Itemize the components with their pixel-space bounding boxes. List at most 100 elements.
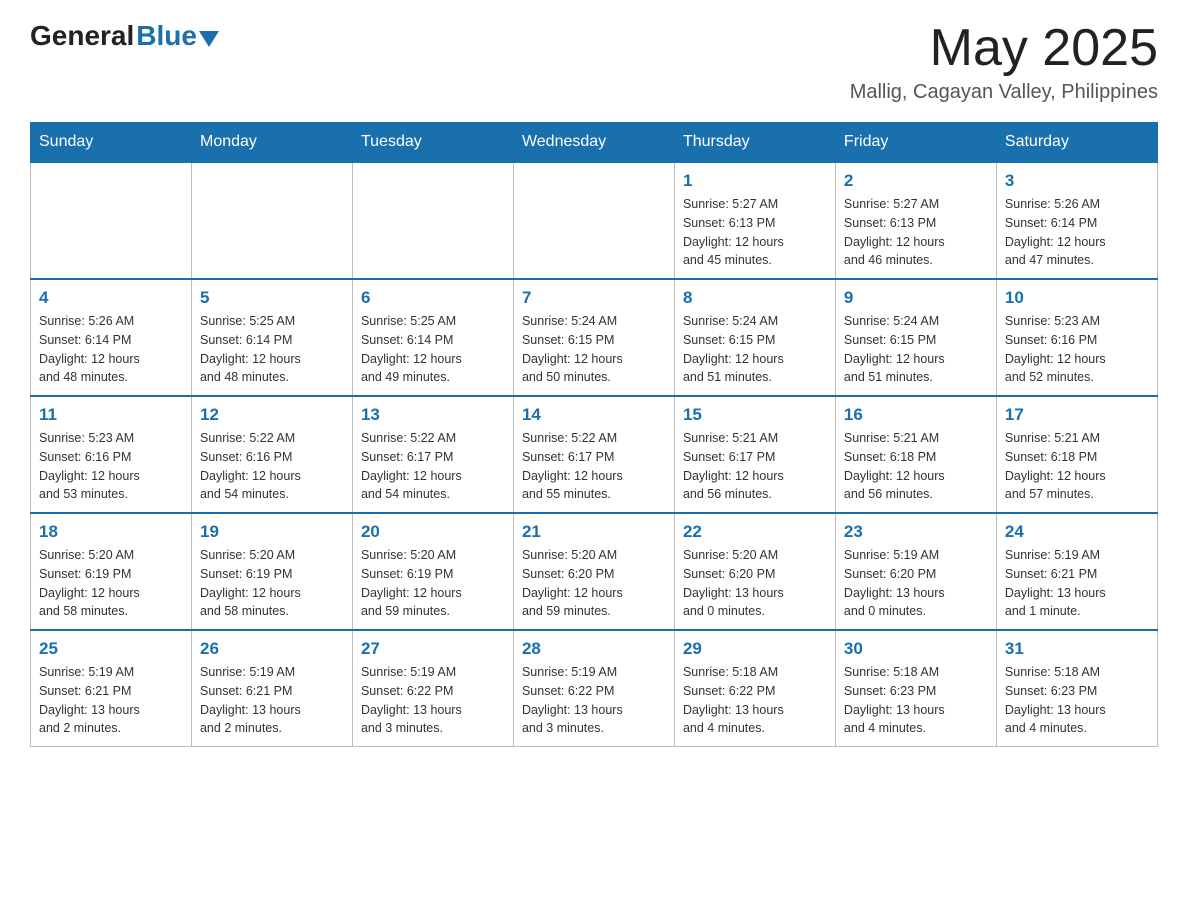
day-number: 15: [683, 405, 827, 425]
calendar-day-cell: 7Sunrise: 5:24 AM Sunset: 6:15 PM Daylig…: [513, 279, 674, 396]
calendar-day-cell: [31, 162, 192, 279]
calendar-day-cell: 24 Sunrise: 5:19 AM Sunset: 6:21 PM Dayli…: [996, 513, 1157, 630]
day-info: Sunrise: 5:19 AM Sunset: 6:22 PM Dayligh…: [522, 663, 666, 738]
calendar-day-cell: 1Sunrise: 5:27 AM Sunset: 6:13 PM Daylig…: [674, 162, 835, 279]
day-number: 22: [683, 522, 827, 542]
calendar-day-cell: [191, 162, 352, 279]
logo-general-text: General: [30, 20, 134, 52]
day-of-week-header: Saturday: [996, 123, 1157, 163]
day-number: 24: [1005, 522, 1149, 542]
calendar-day-cell: 20 Sunrise: 5:20 AM Sunset: 6:19 PM Dayli…: [352, 513, 513, 630]
day-info: Sunrise: 5:19 AM Sunset: 6:21 PM Dayligh…: [39, 663, 183, 738]
week-row: 11Sunrise: 5:23 AM Sunset: 6:16 PM Dayli…: [31, 396, 1158, 513]
day-number: 4: [39, 288, 183, 308]
week-row: 1Sunrise: 5:27 AM Sunset: 6:13 PM Daylig…: [31, 162, 1158, 279]
day-number: 14: [522, 405, 666, 425]
day-number: 29: [683, 639, 827, 659]
day-number: 16: [844, 405, 988, 425]
day-info: Sunrise: 5:26 AM Sunset: 6:14 PM Dayligh…: [39, 312, 183, 387]
calendar-day-cell: 29 Sunrise: 5:18 AM Sunset: 6:22 PM Dayli…: [674, 630, 835, 747]
calendar-header-row: SundayMondayTuesdayWednesdayThursdayFrid…: [31, 123, 1158, 163]
day-of-week-header: Monday: [191, 123, 352, 163]
calendar-day-cell: 15 Sunrise: 5:21 AM Sunset: 6:17 PM Dayli…: [674, 396, 835, 513]
calendar-day-cell: 17Sunrise: 5:21 AM Sunset: 6:18 PM Dayli…: [996, 396, 1157, 513]
week-row: 25 Sunrise: 5:19 AM Sunset: 6:21 PM Dayli…: [31, 630, 1158, 747]
calendar-day-cell: 27 Sunrise: 5:19 AM Sunset: 6:22 PM Dayli…: [352, 630, 513, 747]
day-number: 5: [200, 288, 344, 308]
day-info: Sunrise: 5:25 AM Sunset: 6:14 PM Dayligh…: [200, 312, 344, 387]
calendar-day-cell: 5 Sunrise: 5:25 AM Sunset: 6:14 PM Daylig…: [191, 279, 352, 396]
calendar-day-cell: 3Sunrise: 5:26 AM Sunset: 6:14 PM Daylig…: [996, 162, 1157, 279]
day-info: Sunrise: 5:20 AM Sunset: 6:20 PM Dayligh…: [683, 546, 827, 621]
day-info: Sunrise: 5:20 AM Sunset: 6:19 PM Dayligh…: [39, 546, 183, 621]
calendar-day-cell: 10Sunrise: 5:23 AM Sunset: 6:16 PM Dayli…: [996, 279, 1157, 396]
calendar-day-cell: 30Sunrise: 5:18 AM Sunset: 6:23 PM Dayli…: [835, 630, 996, 747]
calendar-table: SundayMondayTuesdayWednesdayThursdayFrid…: [30, 122, 1158, 747]
day-number: 21: [522, 522, 666, 542]
day-info: Sunrise: 5:27 AM Sunset: 6:13 PM Dayligh…: [683, 195, 827, 270]
day-info: Sunrise: 5:18 AM Sunset: 6:22 PM Dayligh…: [683, 663, 827, 738]
page-header: General Blue May 2025 Mallig, Cagayan Va…: [30, 20, 1158, 104]
logo-blue-text: Blue: [136, 20, 197, 52]
day-info: Sunrise: 5:24 AM Sunset: 6:15 PM Dayligh…: [844, 312, 988, 387]
day-info: Sunrise: 5:21 AM Sunset: 6:18 PM Dayligh…: [844, 429, 988, 504]
day-of-week-header: Sunday: [31, 123, 192, 163]
calendar-day-cell: 18Sunrise: 5:20 AM Sunset: 6:19 PM Dayli…: [31, 513, 192, 630]
week-row: 4 Sunrise: 5:26 AM Sunset: 6:14 PM Daylig…: [31, 279, 1158, 396]
day-number: 19: [200, 522, 344, 542]
day-number: 31: [1005, 639, 1149, 659]
day-of-week-header: Tuesday: [352, 123, 513, 163]
calendar-day-cell: 22 Sunrise: 5:20 AM Sunset: 6:20 PM Dayli…: [674, 513, 835, 630]
day-number: 8: [683, 288, 827, 308]
day-number: 25: [39, 639, 183, 659]
calendar-day-cell: 16 Sunrise: 5:21 AM Sunset: 6:18 PM Dayli…: [835, 396, 996, 513]
day-info: Sunrise: 5:22 AM Sunset: 6:17 PM Dayligh…: [361, 429, 505, 504]
day-info: Sunrise: 5:22 AM Sunset: 6:17 PM Dayligh…: [522, 429, 666, 504]
calendar-day-cell: 25 Sunrise: 5:19 AM Sunset: 6:21 PM Dayli…: [31, 630, 192, 747]
day-number: 12: [200, 405, 344, 425]
day-info: Sunrise: 5:19 AM Sunset: 6:22 PM Dayligh…: [361, 663, 505, 738]
week-row: 18Sunrise: 5:20 AM Sunset: 6:19 PM Dayli…: [31, 513, 1158, 630]
location-subtitle: Mallig, Cagayan Valley, Philippines: [850, 81, 1158, 104]
day-number: 13: [361, 405, 505, 425]
calendar-day-cell: 2 Sunrise: 5:27 AM Sunset: 6:13 PM Daylig…: [835, 162, 996, 279]
day-number: 2: [844, 171, 988, 191]
calendar-day-cell: 9 Sunrise: 5:24 AM Sunset: 6:15 PM Daylig…: [835, 279, 996, 396]
day-number: 20: [361, 522, 505, 542]
calendar-day-cell: [352, 162, 513, 279]
calendar-day-cell: 28 Sunrise: 5:19 AM Sunset: 6:22 PM Dayli…: [513, 630, 674, 747]
day-info: Sunrise: 5:21 AM Sunset: 6:17 PM Dayligh…: [683, 429, 827, 504]
day-info: Sunrise: 5:19 AM Sunset: 6:21 PM Dayligh…: [1005, 546, 1149, 621]
day-info: Sunrise: 5:27 AM Sunset: 6:13 PM Dayligh…: [844, 195, 988, 270]
day-number: 26: [200, 639, 344, 659]
day-number: 23: [844, 522, 988, 542]
day-info: Sunrise: 5:22 AM Sunset: 6:16 PM Dayligh…: [200, 429, 344, 504]
calendar-day-cell: 8 Sunrise: 5:24 AM Sunset: 6:15 PM Daylig…: [674, 279, 835, 396]
day-info: Sunrise: 5:20 AM Sunset: 6:20 PM Dayligh…: [522, 546, 666, 621]
day-number: 17: [1005, 405, 1149, 425]
calendar-day-cell: [513, 162, 674, 279]
calendar-day-cell: 11Sunrise: 5:23 AM Sunset: 6:16 PM Dayli…: [31, 396, 192, 513]
calendar-day-cell: 12 Sunrise: 5:22 AM Sunset: 6:16 PM Dayli…: [191, 396, 352, 513]
day-info: Sunrise: 5:19 AM Sunset: 6:20 PM Dayligh…: [844, 546, 988, 621]
day-info: Sunrise: 5:19 AM Sunset: 6:21 PM Dayligh…: [200, 663, 344, 738]
calendar-day-cell: 21 Sunrise: 5:20 AM Sunset: 6:20 PM Dayli…: [513, 513, 674, 630]
title-section: May 2025 Mallig, Cagayan Valley, Philipp…: [850, 20, 1158, 104]
calendar-day-cell: 19Sunrise: 5:20 AM Sunset: 6:19 PM Dayli…: [191, 513, 352, 630]
month-title: May 2025: [850, 20, 1158, 77]
day-info: Sunrise: 5:24 AM Sunset: 6:15 PM Dayligh…: [683, 312, 827, 387]
day-number: 27: [361, 639, 505, 659]
calendar-day-cell: 14 Sunrise: 5:22 AM Sunset: 6:17 PM Dayli…: [513, 396, 674, 513]
calendar-day-cell: 13 Sunrise: 5:22 AM Sunset: 6:17 PM Dayli…: [352, 396, 513, 513]
logo-triangle-icon: [199, 31, 219, 47]
day-info: Sunrise: 5:18 AM Sunset: 6:23 PM Dayligh…: [1005, 663, 1149, 738]
day-number: 28: [522, 639, 666, 659]
day-number: 10: [1005, 288, 1149, 308]
calendar-day-cell: 31 Sunrise: 5:18 AM Sunset: 6:23 PM Dayli…: [996, 630, 1157, 747]
day-number: 7: [522, 288, 666, 308]
day-info: Sunrise: 5:20 AM Sunset: 6:19 PM Dayligh…: [361, 546, 505, 621]
calendar-day-cell: 26 Sunrise: 5:19 AM Sunset: 6:21 PM Dayli…: [191, 630, 352, 747]
calendar-day-cell: 23 Sunrise: 5:19 AM Sunset: 6:20 PM Dayli…: [835, 513, 996, 630]
day-of-week-header: Friday: [835, 123, 996, 163]
day-number: 9: [844, 288, 988, 308]
